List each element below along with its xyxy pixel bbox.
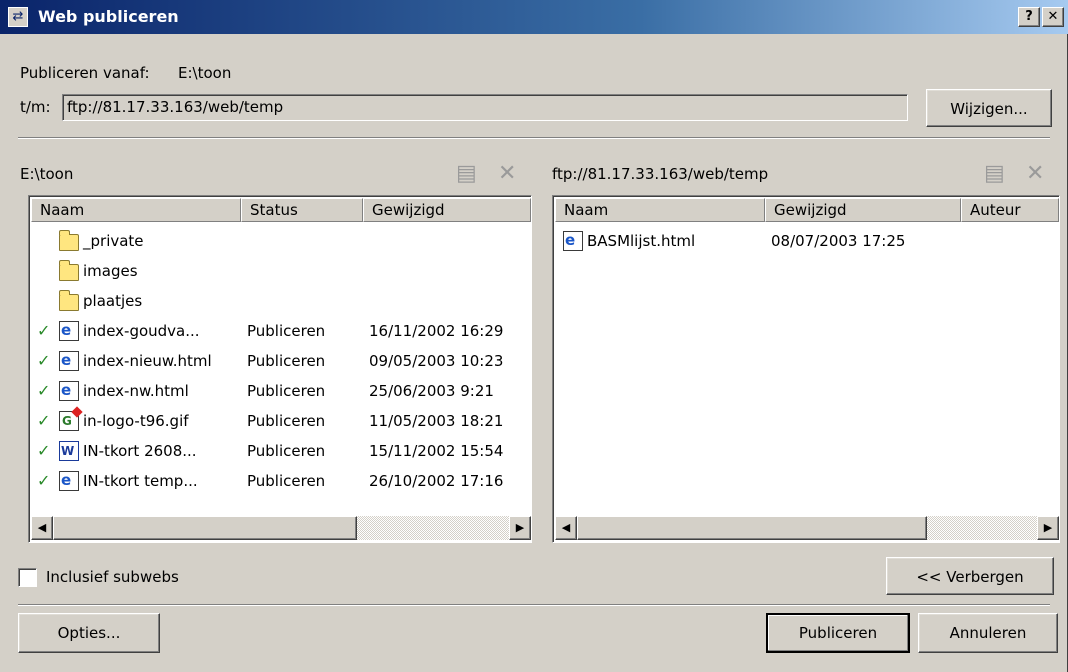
source-label: Publiceren vanaf:	[20, 64, 150, 82]
folder-icon	[59, 290, 79, 311]
file-modified: 09/05/2003 10:23	[369, 352, 504, 370]
checkmark-icon: ✓	[37, 441, 51, 460]
html-file-icon: e	[563, 231, 583, 251]
file-name: BASMlijst.html	[587, 232, 696, 250]
file-modified: 08/07/2003 17:25	[771, 232, 906, 250]
folder-up-icon[interactable]: ▤	[456, 163, 477, 185]
file-name: _private	[83, 232, 144, 250]
file-name: images	[83, 262, 138, 280]
file-status: Publiceren	[247, 352, 326, 370]
column-header-status[interactable]: Status	[241, 198, 363, 222]
checkmark-icon: ✓	[37, 351, 51, 370]
close-button[interactable]: ✕	[1042, 7, 1064, 27]
file-modified: 26/10/2002 17:16	[369, 472, 504, 490]
destination-label: t/m:	[20, 98, 51, 116]
help-button[interactable]: ?	[1018, 7, 1040, 27]
bottom-separator	[18, 604, 1050, 606]
table-row[interactable]: images	[31, 256, 531, 286]
file-name: in-logo-t96.gif	[83, 412, 189, 430]
file-name: index-nieuw.html	[83, 352, 212, 370]
include-subwebs-label: Inclusief subwebs	[46, 568, 179, 586]
table-row[interactable]: ✓ e index-goudva... Publiceren 16/11/2002 16…	[31, 316, 531, 346]
file-status: Publiceren	[247, 472, 326, 490]
scroll-left-button[interactable]: ◀	[31, 516, 53, 540]
table-row[interactable]: ✓ e index-nw.html Publiceren 25/06/2003 9:21	[31, 376, 531, 406]
folder-icon	[59, 230, 79, 251]
checkmark-icon: ✓	[37, 321, 51, 340]
close-icon: ✕	[1047, 9, 1059, 24]
column-header-author[interactable]: Auteur	[961, 198, 1059, 222]
scroll-left-button[interactable]: ◀	[555, 516, 577, 540]
table-row[interactable]: _private	[31, 226, 531, 256]
folder-icon	[59, 260, 79, 281]
file-name: IN-tkort 2608...	[83, 442, 197, 460]
scroll-thumb[interactable]	[53, 516, 357, 540]
publish-button[interactable]: Publiceren	[766, 613, 910, 653]
local-file-list[interactable]: Naam Status Gewijzigd _privateimages plaa…	[28, 195, 532, 543]
gif-file-icon: G	[59, 406, 83, 431]
checkmark-icon: ✓	[37, 411, 51, 430]
scroll-right-button[interactable]: ▶	[1037, 516, 1059, 540]
remote-horizontal-scrollbar[interactable]: ◀ ▶	[555, 516, 1059, 540]
top-separator	[18, 137, 1050, 139]
destination-value: ftp://81.17.33.163/web/temp	[67, 98, 284, 116]
html-file-icon: e	[59, 351, 79, 371]
html-file-icon: e	[59, 321, 79, 341]
file-name: index-goudva...	[83, 322, 200, 340]
delete-icon[interactable]: ✕	[498, 163, 516, 185]
table-row[interactable]: ✓ Gin-logo-t96.gif Publiceren 11/05/2003 18…	[31, 406, 531, 436]
destination-field[interactable]: ftp://81.17.33.163/web/temp	[62, 94, 908, 121]
column-header-name[interactable]: Naam	[31, 198, 241, 222]
local-horizontal-scrollbar[interactable]: ◀ ▶	[31, 516, 531, 540]
file-status: Publiceren	[247, 412, 326, 430]
options-button[interactable]: Opties...	[18, 613, 160, 653]
right-panel-path: ftp://81.17.33.163/web/temp	[552, 165, 769, 183]
left-panel-path: E:\toon	[20, 165, 74, 183]
cancel-button[interactable]: Annuleren	[918, 613, 1058, 653]
change-button[interactable]: Wijzigen...	[926, 89, 1052, 127]
html-file-icon: e	[59, 381, 79, 401]
table-row[interactable]: plaatjes	[31, 286, 531, 316]
scroll-thumb[interactable]	[577, 516, 927, 540]
column-header-modified[interactable]: Gewijzigd	[765, 198, 961, 222]
file-modified: 15/11/2002 15:54	[369, 442, 504, 460]
table-row[interactable]: ✓ e IN-tkort temp... Publiceren 26/10/2002 1…	[31, 466, 531, 496]
title-bar[interactable]: ⇄ Web publiceren ? ✕	[0, 0, 1068, 34]
file-status: Publiceren	[247, 322, 326, 340]
html-file-icon: e	[59, 471, 79, 491]
file-modified: 11/05/2003 18:21	[369, 412, 504, 430]
file-status: Publiceren	[247, 442, 326, 460]
publish-web-icon: ⇄	[8, 7, 28, 27]
source-path: E:\toon	[178, 64, 232, 82]
table-row[interactable]: e BASMlijst.html 08/07/2003 17:25	[555, 226, 1059, 256]
table-row[interactable]: ✓ e index-nieuw.html Publiceren 09/05/2003 1…	[31, 346, 531, 376]
include-subwebs-checkbox[interactable]	[18, 568, 37, 587]
file-name: IN-tkort temp...	[83, 472, 198, 490]
file-status: Publiceren	[247, 382, 326, 400]
web-publish-dialog: ⇄ Web publiceren ? ✕ Publiceren vanaf: E…	[0, 0, 1068, 672]
window-title: Web publiceren	[38, 7, 179, 26]
file-modified: 16/11/2002 16:29	[369, 322, 504, 340]
delete-icon[interactable]: ✕	[1026, 163, 1044, 185]
checkmark-icon: ✓	[37, 471, 51, 490]
table-row[interactable]: ✓ W IN-tkort 2608... Publiceren 15/11/2002 1…	[31, 436, 531, 466]
word-file-icon: W	[59, 441, 79, 461]
file-modified: 25/06/2003 9:21	[369, 382, 494, 400]
file-name: plaatjes	[83, 292, 143, 310]
remote-file-list[interactable]: Naam Gewijzigd Auteur e BASMlijst.html 08/…	[552, 195, 1060, 543]
column-header-name[interactable]: Naam	[555, 198, 765, 222]
hide-button[interactable]: << Verbergen	[886, 557, 1054, 595]
scroll-right-button[interactable]: ▶	[509, 516, 531, 540]
column-header-modified[interactable]: Gewijzigd	[363, 198, 531, 222]
file-name: index-nw.html	[83, 382, 189, 400]
folder-up-icon[interactable]: ▤	[984, 163, 1005, 185]
checkmark-icon: ✓	[37, 381, 51, 400]
